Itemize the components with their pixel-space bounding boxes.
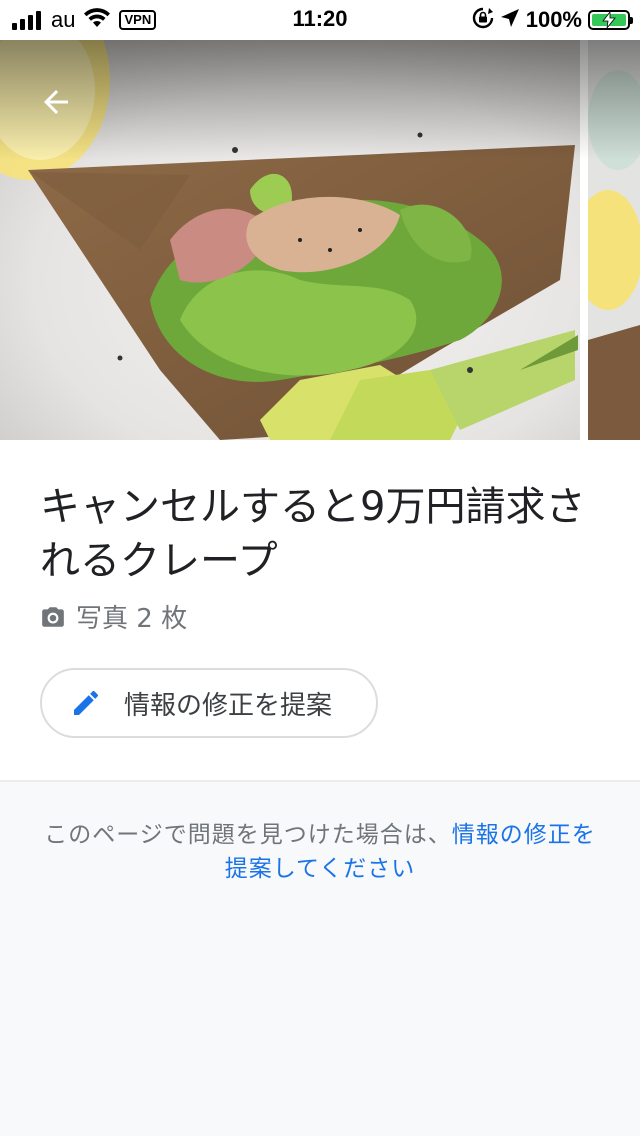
status-bar: au VPN 11:20 100% (0, 0, 640, 40)
battery-icon (588, 10, 633, 32)
photo-count[interactable]: 写真 2 枚 (40, 598, 187, 635)
rotation-lock-icon (472, 7, 494, 33)
back-button[interactable] (30, 76, 82, 128)
photo-top-gradient (0, 40, 640, 160)
footer: このページで問題を見つけた場合は、情報の修正を提案してください (0, 782, 640, 1136)
charging-bolt-icon (602, 10, 616, 32)
photo-count-label: 写真 2 枚 (76, 604, 188, 634)
place-title: キャンセルすると9万円請求されるクレープ (40, 484, 586, 584)
footer-message: このページで問題を見つけた場合は、情報の修正を提案してください (40, 818, 600, 886)
pencil-icon (74, 690, 99, 715)
camera-icon (42, 606, 64, 627)
suggest-edit-label: 情報の修正を提案 (124, 690, 333, 721)
footer-prefix-text: このページで問題を見つけた場合は、 (44, 822, 452, 848)
photo-carousel[interactable] (0, 40, 640, 440)
arrow-left-icon (44, 90, 68, 114)
suggest-edit-button[interactable]: 情報の修正を提案 (40, 668, 378, 738)
battery-percent: 100% (525, 7, 582, 32)
location-arrow-icon (500, 8, 520, 32)
status-bar-right: 100% (472, 7, 633, 33)
